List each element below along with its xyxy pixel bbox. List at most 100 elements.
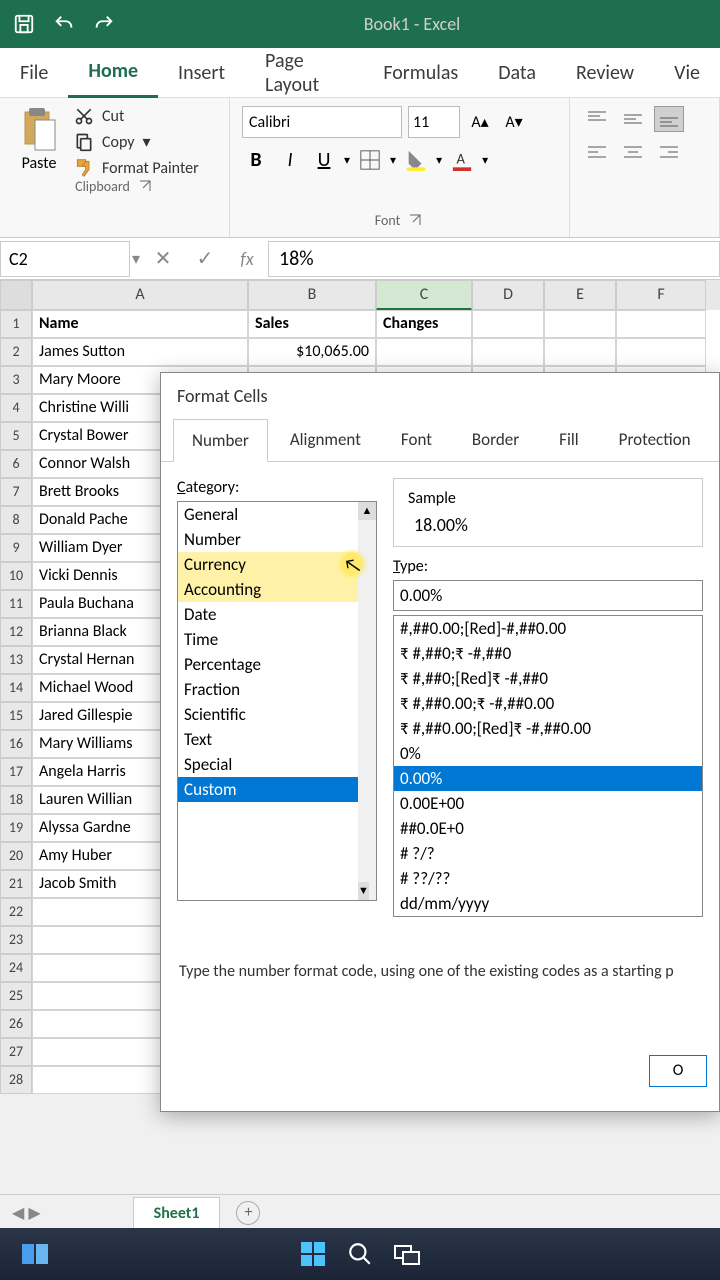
type-input[interactable] [393, 580, 703, 611]
col-header-E[interactable]: E [544, 280, 616, 310]
task-view-icon[interactable] [393, 1242, 421, 1266]
row-header[interactable]: 19 [0, 814, 32, 842]
col-header-C[interactable]: C [376, 280, 472, 310]
row-header[interactable]: 2 [0, 338, 32, 366]
category-item[interactable]: Date [178, 602, 376, 627]
chevron-down-icon[interactable]: ▾ [143, 132, 151, 152]
type-list-item[interactable]: #,##0.00;[Red]-#,##0.00 [394, 616, 702, 641]
category-item[interactable]: Percentage [178, 652, 376, 677]
tab-home[interactable]: Home [68, 47, 158, 98]
cell[interactable] [616, 310, 706, 338]
row-header[interactable]: 21 [0, 870, 32, 898]
format-painter-button[interactable]: Format Painter [74, 158, 199, 178]
row-header[interactable]: 6 [0, 450, 32, 478]
row-header[interactable]: 5 [0, 422, 32, 450]
col-header-D[interactable]: D [472, 280, 544, 310]
tab-insert[interactable]: Insert [158, 49, 245, 97]
category-item[interactable]: Fraction [178, 677, 376, 702]
type-list-item[interactable]: ₹ #,##0.00;₹ -#,##0.00 [394, 691, 702, 716]
dialog-tab-number[interactable]: Number [173, 419, 268, 462]
redo-icon[interactable] [92, 12, 116, 36]
dialog-tab-font[interactable]: Font [383, 419, 450, 461]
tab-view[interactable]: Vie [654, 49, 720, 97]
dialog-tab-alignment[interactable]: Alignment [272, 419, 379, 461]
category-item[interactable]: Scientific [178, 702, 376, 727]
cell[interactable] [376, 338, 472, 366]
row-header[interactable]: 25 [0, 982, 32, 1010]
decrease-font-icon[interactable]: A▾ [500, 108, 528, 136]
align-bottom-icon[interactable] [654, 106, 684, 132]
font-name-select[interactable] [242, 106, 402, 138]
align-middle-icon[interactable] [618, 106, 648, 132]
category-item[interactable]: Accounting [178, 577, 376, 602]
type-list-item[interactable]: ₹ #,##0;₹ -#,##0 [394, 641, 702, 666]
cell[interactable]: Sales [248, 310, 376, 338]
bold-button[interactable]: B [242, 146, 270, 174]
dialog-tab-border[interactable]: Border [454, 419, 537, 461]
col-header-A[interactable]: A [32, 280, 248, 310]
type-list-item[interactable]: ##0.0E+0 [394, 816, 702, 841]
formula-input[interactable]: 18% [268, 241, 720, 277]
dialog-tab-fill[interactable]: Fill [541, 419, 597, 461]
cell[interactable] [472, 338, 544, 366]
row-header[interactable]: 28 [0, 1066, 32, 1094]
font-color-icon[interactable]: A [448, 146, 476, 174]
row-header[interactable]: 10 [0, 562, 32, 590]
italic-button[interactable]: I [276, 146, 304, 174]
align-center-icon[interactable] [618, 140, 648, 166]
increase-font-icon[interactable]: A▴ [466, 108, 494, 136]
row-header[interactable]: 8 [0, 506, 32, 534]
new-sheet-button[interactable]: + [236, 1201, 260, 1225]
search-icon[interactable] [347, 1241, 373, 1267]
undo-icon[interactable] [52, 12, 76, 36]
row-header[interactable]: 9 [0, 534, 32, 562]
chevron-down-icon[interactable]: ▾ [436, 153, 442, 168]
row-header[interactable]: 3 [0, 366, 32, 394]
taskbar-app-icon[interactable] [20, 1238, 52, 1270]
underline-button[interactable]: U [310, 146, 338, 174]
row-header[interactable]: 4 [0, 394, 32, 422]
cell[interactable] [544, 338, 616, 366]
cell[interactable]: Changes [376, 310, 472, 338]
select-all-corner[interactable] [0, 280, 32, 310]
cell[interactable]: Name [32, 310, 248, 338]
chevron-down-icon[interactable]: ▾ [344, 153, 350, 168]
row-header[interactable]: 1 [0, 310, 32, 338]
tab-data[interactable]: Data [478, 49, 556, 97]
align-right-icon[interactable] [654, 140, 684, 166]
ok-button[interactable]: O [649, 1055, 707, 1087]
border-icon[interactable] [356, 146, 384, 174]
category-item[interactable]: Special [178, 752, 376, 777]
save-icon[interactable] [12, 12, 36, 36]
type-list-item[interactable]: 0.00E+00 [394, 791, 702, 816]
name-box[interactable]: C2 [0, 241, 130, 277]
type-list-item[interactable]: dd/mm/yyyy [394, 891, 702, 916]
row-header[interactable]: 14 [0, 674, 32, 702]
row-header[interactable]: 18 [0, 786, 32, 814]
align-top-icon[interactable] [582, 106, 612, 132]
sheet-next-icon[interactable]: ▶ [28, 1203, 40, 1223]
chevron-down-icon[interactable]: ▾ [390, 153, 396, 168]
row-header[interactable]: 16 [0, 730, 32, 758]
row-header[interactable]: 22 [0, 898, 32, 926]
align-left-icon[interactable] [582, 140, 612, 166]
enter-icon[interactable]: ✓ [184, 241, 226, 277]
font-size-select[interactable] [408, 106, 460, 138]
row-header[interactable]: 20 [0, 842, 32, 870]
type-list-item[interactable]: 0.00% [394, 766, 702, 791]
fill-color-icon[interactable] [402, 146, 430, 174]
type-list-item[interactable]: 0% [394, 741, 702, 766]
row-header[interactable]: 7 [0, 478, 32, 506]
cut-button[interactable]: Cut [74, 106, 199, 126]
cell[interactable]: $10,065.00 [248, 338, 376, 366]
row-header[interactable]: 23 [0, 926, 32, 954]
paste-button[interactable]: Paste [12, 106, 66, 178]
tab-formulas[interactable]: Formulas [363, 49, 478, 97]
sheet-tab-sheet1[interactable]: Sheet1 [133, 1197, 221, 1229]
col-header-F[interactable]: F [616, 280, 706, 310]
start-icon[interactable] [299, 1240, 327, 1268]
dialog-tab-protection[interactable]: Protection [601, 419, 709, 461]
tab-review[interactable]: Review [556, 49, 654, 97]
scroll-down-icon[interactable]: ▼ [358, 882, 369, 900]
cell[interactable] [472, 310, 544, 338]
